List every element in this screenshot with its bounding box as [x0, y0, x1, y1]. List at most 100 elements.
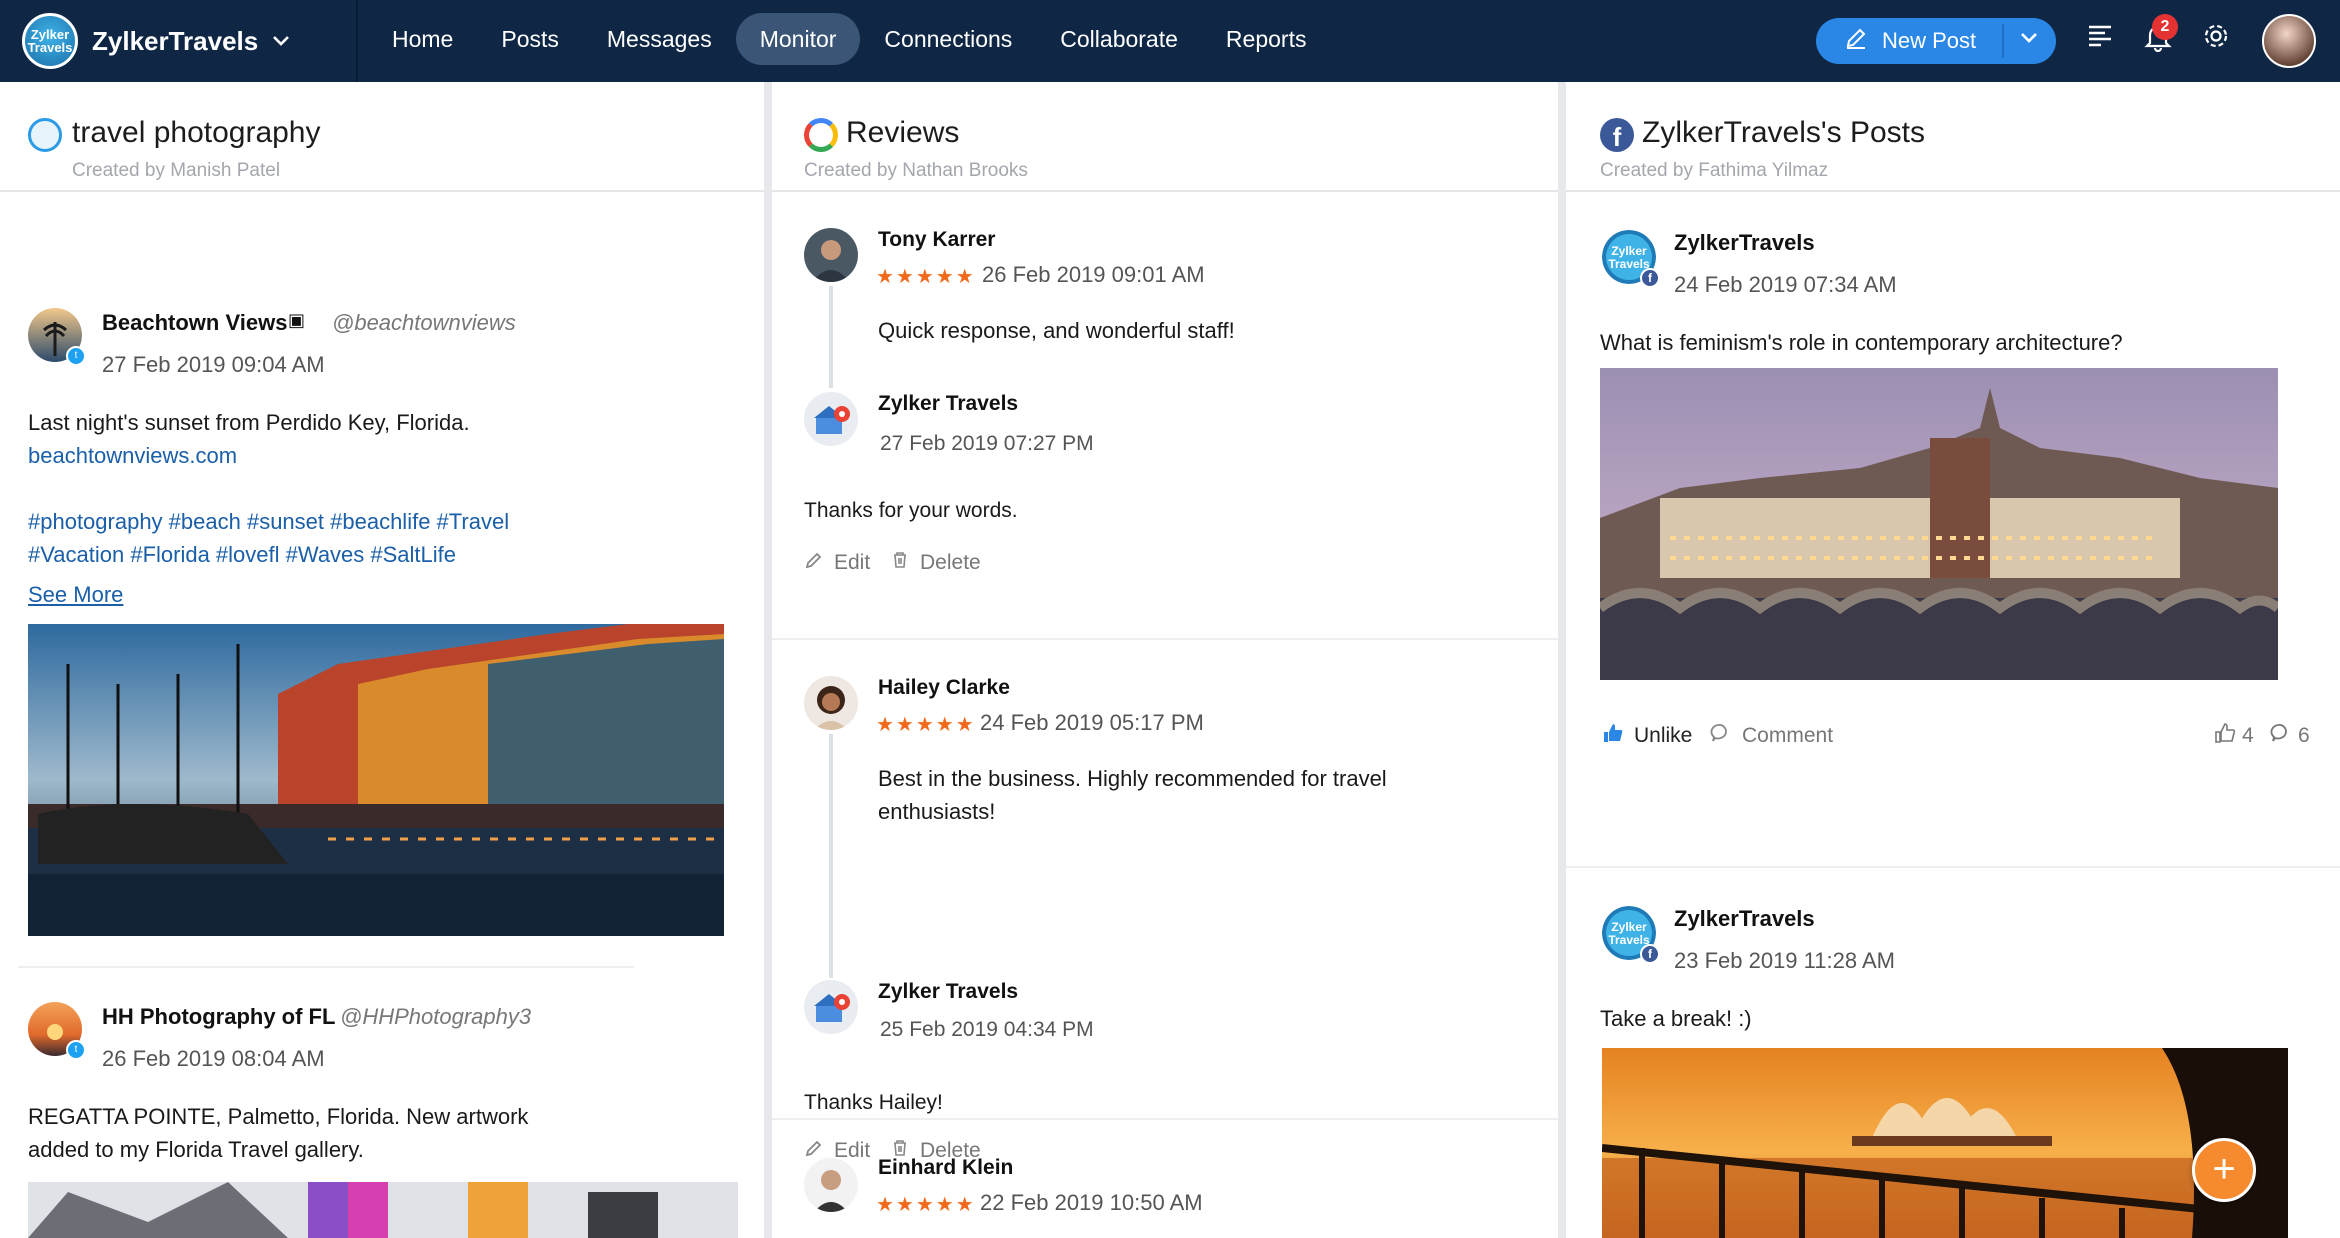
svg-text:Zylker: Zylker — [1611, 244, 1647, 258]
comment-button[interactable]: Comment — [1710, 722, 1833, 750]
column-subtitle: Created by Nathan Brooks — [804, 160, 1028, 181]
reply-time: 27 Feb 2019 07:27 PM — [880, 432, 1094, 455]
nav-connections[interactable]: Connections — [860, 13, 1036, 65]
column-title: ZylkerTravels's Posts — [1642, 116, 1925, 149]
feed-post: Zylker Travels f ZylkerTravels 24 Feb 201… — [1566, 192, 2340, 868]
reviewer-name[interactable]: Hailey Clarke — [878, 676, 1010, 700]
star-rating: ★★★★★ — [876, 266, 976, 288]
post-time: 27 Feb 2019 09:04 AM — [102, 352, 325, 377]
google-icon — [804, 118, 838, 152]
stream-column-travel-photography: travel photography Created by Manish Pat… — [0, 82, 764, 1238]
post-time: 24 Feb 2019 07:34 AM — [1674, 272, 1897, 297]
star-rating: ★★★★★ — [876, 714, 976, 736]
twitter-icon: t — [66, 1040, 86, 1060]
unlike-button[interactable]: Unlike — [1602, 722, 1692, 750]
review-item: Einhard Klein ★★★★★ 22 Feb 2019 10:50 AM — [772, 1120, 1558, 1238]
nav-home[interactable]: Home — [368, 13, 477, 65]
review-time: 22 Feb 2019 10:50 AM — [980, 1190, 1203, 1215]
post-image[interactable] — [1602, 1048, 2288, 1238]
post-hashtags[interactable]: #Vacation #Florida #lovefl #Waves #SaltL… — [28, 538, 456, 571]
add-fab-button[interactable]: + — [2192, 1138, 2256, 1202]
author-handle[interactable]: @HHPhotography3 — [340, 1004, 531, 1030]
comment-label: Comment — [1742, 724, 1834, 747]
brand-name: ZylkerTravels — [92, 25, 259, 56]
column-title: travel photography — [72, 116, 321, 149]
reviewer-name[interactable]: Einhard Klein — [878, 1156, 1013, 1180]
camera-emoji-icon: ▣ — [288, 310, 306, 330]
author-name[interactable]: ZylkerTravels — [1674, 906, 1815, 932]
column-header: f ZylkerTravels's Posts Created by Fathi… — [1566, 82, 2340, 192]
nav-reports[interactable]: Reports — [1202, 13, 1331, 65]
edit-label: Edit — [834, 551, 871, 574]
review-time: 26 Feb 2019 09:01 AM — [982, 262, 1205, 287]
brand-switcher[interactable]: Zylker Travels ZylkerTravels — [22, 12, 290, 70]
top-navigation-bar: Zylker Travels ZylkerTravels Home Posts … — [0, 0, 2340, 82]
author-name[interactable]: HH Photography of FL — [102, 1004, 335, 1030]
delete-button[interactable]: Delete — [890, 550, 981, 576]
avatar[interactable] — [804, 676, 858, 730]
filter-list-icon[interactable] — [2086, 22, 2114, 57]
avatar[interactable] — [804, 980, 858, 1034]
new-post-separator — [2002, 24, 2004, 58]
like-count-value: 4 — [2242, 724, 2254, 747]
column-gutter[interactable] — [1558, 82, 1566, 1238]
thumbs-up-icon — [2214, 722, 2236, 750]
author-name[interactable]: ZylkerTravels — [1674, 230, 1815, 256]
review-text: enthusiasts! — [878, 799, 996, 824]
post-text: Last night's sunset from Perdido Key, Fl… — [28, 410, 470, 435]
post-hashtags[interactable]: #photography #beach #sunset #beachlife #… — [28, 505, 509, 538]
author-name[interactable]: Beachtown Views — [102, 310, 287, 336]
brand-logo: Zylker Travels — [22, 13, 78, 69]
edit-button[interactable]: Edit — [804, 550, 870, 576]
thumbs-up-filled-icon — [1602, 722, 1624, 750]
topbar-divider — [356, 0, 358, 82]
column-header: travel photography Created by Manish Pat… — [0, 82, 764, 192]
comment-icon — [2270, 722, 2292, 750]
review-text: Best in the business. Highly recommended… — [878, 766, 1387, 791]
pencil-icon — [1844, 26, 1868, 56]
author-handle[interactable]: @beachtownviews — [332, 310, 516, 336]
stream-column-reviews: Reviews Created by Nathan Brooks Tony Ka… — [772, 82, 1558, 1238]
nav-messages[interactable]: Messages — [583, 13, 736, 65]
post-image[interactable] — [1600, 368, 2278, 680]
avatar[interactable] — [804, 1158, 858, 1212]
post-image[interactable] — [28, 624, 724, 936]
avatar[interactable] — [804, 392, 858, 446]
column-gutter[interactable] — [764, 82, 772, 1238]
gear-icon[interactable] — [2202, 22, 2230, 57]
pencil-icon — [804, 550, 824, 576]
review-text: Quick response, and wonderful staff! — [878, 318, 1235, 343]
new-post-button[interactable]: New Post — [1816, 18, 2056, 64]
stream-column-zylkertravels-posts: f ZylkerTravels's Posts Created by Fathi… — [1566, 82, 2340, 1238]
column-subtitle: Created by Fathima Yilmaz — [1600, 160, 1829, 181]
new-post-dropdown-icon[interactable] — [2020, 28, 2038, 49]
post-link[interactable]: beachtownviews.com — [28, 439, 237, 472]
facebook-badge-icon: f — [1640, 944, 1660, 964]
unlike-label: Unlike — [1634, 724, 1693, 747]
reviewer-name[interactable]: Tony Karrer — [878, 228, 995, 252]
chevron-down-icon — [272, 31, 290, 52]
reply-text: Thanks for your words. — [804, 499, 1018, 522]
post-separator — [18, 966, 634, 968]
user-avatar[interactable] — [2262, 14, 2316, 68]
review-time: 24 Feb 2019 05:17 PM — [980, 710, 1204, 735]
svg-text:Zylker: Zylker — [1611, 920, 1647, 934]
notification-badge: 2 — [2152, 14, 2178, 40]
post-image[interactable] — [28, 1182, 738, 1238]
thread-line — [829, 286, 833, 388]
comment-icon — [1710, 722, 1732, 750]
twitter-icon: t — [66, 346, 86, 366]
see-more-link[interactable]: See More — [28, 582, 123, 608]
nav-monitor[interactable]: Monitor — [735, 13, 861, 65]
feed-post: t Beachtown Views ▣ @beachtownviews 27 F… — [0, 192, 764, 972]
new-post-label: New Post — [1882, 28, 1977, 53]
post-text: What is feminism's role in contemporary … — [1600, 330, 2123, 355]
avatar[interactable] — [804, 228, 858, 282]
reply-author-name[interactable]: Zylker Travels — [878, 980, 1018, 1004]
nav-collaborate[interactable]: Collaborate — [1036, 13, 1202, 65]
reply-author-name[interactable]: Zylker Travels — [878, 392, 1018, 416]
facebook-badge-icon: f — [1640, 268, 1660, 288]
reply-text: Thanks Hailey! — [804, 1091, 943, 1114]
thread-line — [829, 734, 833, 978]
nav-posts[interactable]: Posts — [477, 13, 583, 65]
